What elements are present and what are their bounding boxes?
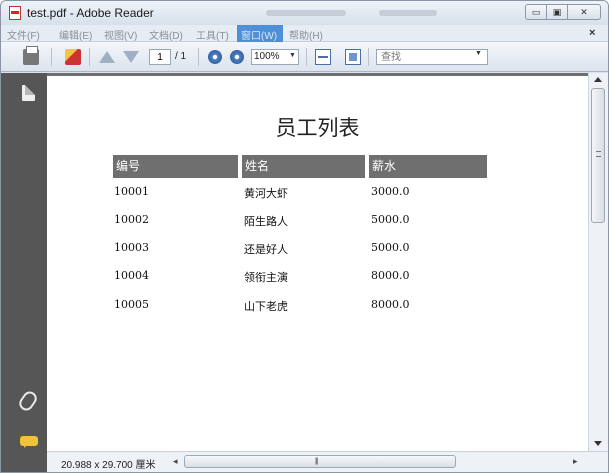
menu-edit[interactable]: 编辑(E) [59, 27, 92, 42]
menu-window[interactable]: 窗口(W) [241, 27, 277, 42]
next-page-icon[interactable] [123, 51, 139, 63]
sign-icon[interactable] [65, 49, 81, 65]
scroll-grip-icon: ||| [315, 458, 319, 465]
pages-panel-icon[interactable] [22, 85, 35, 101]
status-bar: 20.988 x 29.700 厘米 ◂ ||| ▸ [47, 451, 608, 472]
cell-name: 还是好人 [244, 243, 288, 256]
zoom-level-value: 100% [254, 51, 280, 62]
print-icon[interactable] [23, 46, 39, 65]
table-header-id: 编号 [113, 155, 238, 178]
page-number-input[interactable] [149, 49, 171, 65]
menu-help[interactable]: 帮助(H) [289, 27, 323, 42]
minimize-button[interactable]: ▭ [525, 4, 547, 20]
navigation-panel [1, 73, 47, 472]
cell-name: 陌生路人 [244, 215, 288, 228]
pdf-file-icon [9, 6, 21, 20]
fit-page-icon[interactable] [315, 49, 331, 65]
cell-salary: 5000.0 [371, 241, 410, 254]
toolbar-separator [51, 48, 52, 66]
menu-view[interactable]: 视图(V) [104, 27, 137, 42]
menu-tools[interactable]: 工具(T) [196, 27, 229, 42]
menu-document[interactable]: 文档(D) [149, 27, 183, 42]
cell-id: 10002 [114, 213, 149, 226]
document-title: 员工列表 [275, 116, 360, 140]
cell-name: 领衔主演 [244, 271, 288, 284]
cell-salary: 8000.0 [371, 269, 410, 282]
cell-id: 10003 [114, 241, 149, 254]
scroll-down-arrow-icon[interactable] [594, 441, 602, 446]
blurred-title-text [379, 10, 437, 16]
previous-page-icon[interactable] [99, 51, 115, 63]
toolbar-separator [306, 48, 307, 66]
scroll-right-arrow-icon[interactable]: ▸ [573, 456, 578, 467]
horizontal-scroll-thumb[interactable]: ||| [184, 455, 456, 468]
cell-salary: 5000.0 [371, 213, 410, 226]
cell-id: 10001 [114, 185, 149, 198]
window-title: test.pdf - Adobe Reader [27, 6, 154, 20]
page-size-readout: 20.988 x 29.700 厘米 [61, 460, 156, 471]
cell-name: 黄河大虾 [244, 187, 288, 200]
cell-salary: 3000.0 [371, 185, 410, 198]
cell-id: 10004 [114, 269, 149, 282]
vertical-scroll-thumb[interactable] [591, 88, 605, 223]
table-header-salary: 薪水 [369, 155, 487, 178]
toolbar: / 1 100% ▼ ▼ [1, 42, 608, 72]
find-dropdown-icon[interactable]: ▼ [475, 50, 482, 57]
find-input[interactable] [376, 49, 488, 65]
toolbar-separator [198, 48, 199, 66]
cell-salary: 8000.0 [371, 298, 410, 311]
page-total: / 1 [175, 51, 187, 62]
title-bar: test.pdf - Adobe Reader ▭ ▣ ✕ [1, 1, 608, 25]
adobe-reader-window: test.pdf - Adobe Reader ▭ ▣ ✕ 文件(F) 编辑(E… [0, 0, 609, 473]
document-page: 员工列表 编号 姓名 薪水 10001 黄河大虾 3000.0 10002 陌生… [47, 73, 588, 451]
scroll-up-arrow-icon[interactable] [594, 77, 602, 82]
full-screen-icon[interactable] [345, 49, 361, 65]
zoom-in-icon[interactable] [230, 50, 244, 64]
scroll-grip-icon [596, 151, 601, 157]
comments-icon[interactable] [20, 436, 38, 448]
menu-file[interactable]: 文件(F) [7, 27, 40, 42]
cell-name: 山下老虎 [244, 300, 288, 313]
zoom-out-icon[interactable] [208, 50, 222, 64]
table-header-name: 姓名 [242, 155, 365, 178]
cell-id: 10005 [114, 298, 149, 311]
scroll-left-arrow-icon[interactable]: ◂ [173, 456, 178, 467]
close-window-button[interactable]: ✕ [567, 4, 601, 20]
vertical-scrollbar[interactable] [588, 73, 608, 451]
blurred-title-text [266, 10, 346, 16]
zoom-dropdown-icon[interactable]: ▼ [286, 49, 299, 65]
toolbar-separator [89, 48, 90, 66]
toolbar-separator [368, 48, 369, 66]
maximize-button[interactable]: ▣ [546, 4, 568, 20]
close-document-button[interactable]: × [589, 27, 595, 39]
